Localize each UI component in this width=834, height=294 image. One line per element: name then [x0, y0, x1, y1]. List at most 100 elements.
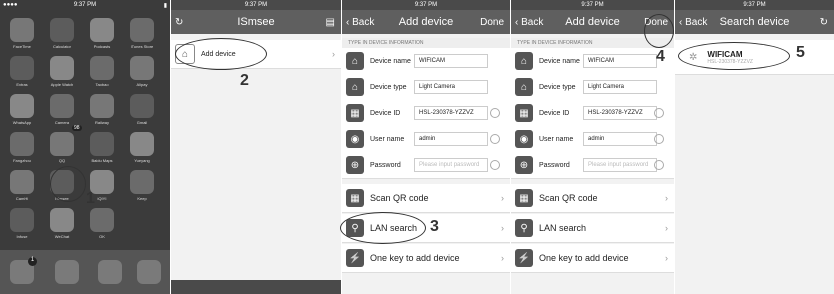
list-icon[interactable]: ▤	[326, 17, 335, 28]
app-icon[interactable]	[90, 132, 114, 156]
eye-icon[interactable]	[490, 134, 500, 144]
form-row[interactable]: ◉ User name admin	[511, 126, 674, 153]
app-label: Baidu Maps	[91, 158, 113, 163]
field-label: Device type	[370, 83, 407, 91]
field-label: Device ID	[370, 109, 401, 117]
app-icon[interactable]	[10, 94, 34, 118]
app-icon[interactable]	[130, 18, 154, 42]
app-label: Fangzhou	[13, 158, 31, 163]
annotation-3: 3	[430, 218, 439, 235]
form-row[interactable]: ⊕ Password Please input password	[511, 152, 674, 179]
app-icon[interactable]	[90, 94, 114, 118]
done-button[interactable]: Done	[480, 17, 504, 28]
field-input[interactable]: Light Camera	[414, 80, 488, 94]
music-app-icon[interactable]	[137, 260, 161, 284]
app-icon[interactable]	[10, 208, 34, 232]
safari-app-icon[interactable]	[98, 260, 122, 284]
app-icon[interactable]	[130, 170, 154, 194]
app-icon[interactable]	[50, 94, 74, 118]
field-input[interactable]: admin	[583, 132, 657, 146]
annotation-oval-3	[340, 212, 426, 244]
status-bar: ●●●● 9:37 PM ▮	[3, 2, 167, 9]
password-field[interactable]: Please input password	[583, 158, 657, 172]
app-icon[interactable]	[130, 132, 154, 156]
form-row[interactable]: ◉ User name admin	[342, 126, 510, 153]
app-label: Yueyang	[134, 158, 150, 163]
app-icon[interactable]	[10, 18, 34, 42]
back-button[interactable]: ‹ Back	[679, 17, 707, 28]
chevron-icon: ›	[665, 193, 668, 203]
annotation-oval-5	[678, 42, 790, 70]
qr-code-icon: ▦	[515, 189, 533, 207]
annotation-4: 4	[656, 48, 665, 65]
back-button[interactable]: ‹ Back	[515, 17, 543, 28]
form-row[interactable]: ▦ Device ID HSL-230378-YZZVZ	[342, 100, 510, 127]
app-icon[interactable]	[90, 18, 114, 42]
mail-app-icon[interactable]	[55, 260, 79, 284]
onekey-row[interactable]: ⚡ One key to add device ›	[511, 244, 674, 273]
app-label: Extras	[16, 82, 28, 87]
eye-icon[interactable]	[490, 108, 500, 118]
scan-row[interactable]: ▦ Scan QR code ›	[342, 184, 510, 213]
eye-icon[interactable]	[654, 108, 664, 118]
app-label: Infuse	[16, 234, 28, 239]
form-row[interactable]: ⌂ Device type Light Camera	[342, 74, 510, 101]
form-row[interactable]: ⊕ Password Please input password	[342, 152, 510, 179]
app-icon[interactable]	[50, 208, 74, 232]
field-label: Device ID	[539, 109, 570, 117]
eye-icon[interactable]	[654, 134, 664, 144]
field-input[interactable]: HSL-230378-YZZVZ	[583, 106, 657, 120]
page-title: ISmsee	[237, 16, 275, 28]
app-icon[interactable]	[50, 132, 74, 156]
form-row[interactable]: ⌂ Device name WIFICAM	[511, 48, 674, 75]
app-icon[interactable]	[10, 170, 34, 194]
app-icon[interactable]	[130, 94, 154, 118]
row-icon: ◉	[515, 130, 533, 148]
app-icon[interactable]	[50, 56, 74, 80]
app-label: Calculator	[52, 44, 71, 49]
status-bar: 9:37 PM	[342, 0, 510, 10]
app-icon[interactable]	[90, 56, 114, 80]
refresh-icon[interactable]: ↻	[175, 17, 183, 28]
field-input[interactable]: Light Camera	[583, 80, 657, 94]
form-row[interactable]: ▦ Device ID HSL-230378-YZZVZ	[511, 100, 674, 127]
field-input[interactable]: admin	[414, 132, 488, 146]
chevron-icon: ›	[665, 223, 668, 233]
onekey-label: One key to add device	[370, 253, 460, 263]
lightning-icon: ⚡	[346, 249, 364, 267]
app-icon[interactable]	[90, 208, 114, 232]
app-label: QQ	[58, 158, 66, 163]
app-icon[interactable]	[50, 18, 74, 42]
field-input[interactable]: WIFICAM	[583, 54, 657, 68]
annotation-oval-4	[644, 14, 674, 48]
app-label: OK	[99, 234, 105, 239]
row-icon: ◉	[346, 130, 364, 148]
refresh-icon[interactable]: ↻	[820, 17, 828, 28]
app-label: Gmail	[136, 120, 148, 125]
form-row[interactable]: ⌂ Device name WIFICAM	[342, 48, 510, 75]
lightning-icon: ⚡	[515, 249, 533, 267]
phone-app-icon[interactable]: 1	[10, 257, 37, 284]
nav-bar: ‹ Back Search device ↻	[675, 10, 834, 34]
lan-row[interactable]: ⚲ LAN search ›	[511, 214, 674, 243]
form-row[interactable]: ⌂ Device type Light Camera	[511, 74, 674, 101]
section-header: TYPE IN DEVICE INFORMATION	[342, 38, 510, 48]
nav-bar: ↻ ISmsee ▤	[171, 10, 341, 34]
search-icon: ⚲	[515, 219, 533, 237]
password-field[interactable]: Please input password	[414, 158, 488, 172]
home-screen: ●●●● 9:37 PM ▮ FaceTime Calculator Podcasts i…	[0, 0, 170, 294]
scan-row[interactable]: ▦ Scan QR code ›	[511, 184, 674, 213]
onekey-label: One key to add device	[539, 253, 629, 263]
app-label: FaceTime	[13, 44, 31, 49]
app-label: Apple Watch	[50, 82, 74, 87]
back-button[interactable]: ‹ Back	[346, 17, 374, 28]
field-input[interactable]: HSL-230378-YZZVZ	[414, 106, 488, 120]
eye-icon[interactable]	[490, 160, 500, 170]
app-icon[interactable]	[10, 132, 34, 156]
page-title: Add device	[398, 16, 454, 28]
eye-icon[interactable]	[654, 160, 664, 170]
app-icon[interactable]	[10, 56, 34, 80]
onekey-row[interactable]: ⚡ One key to add device ›	[342, 244, 510, 273]
app-icon[interactable]	[130, 56, 154, 80]
field-input[interactable]: WIFICAM	[414, 54, 488, 68]
